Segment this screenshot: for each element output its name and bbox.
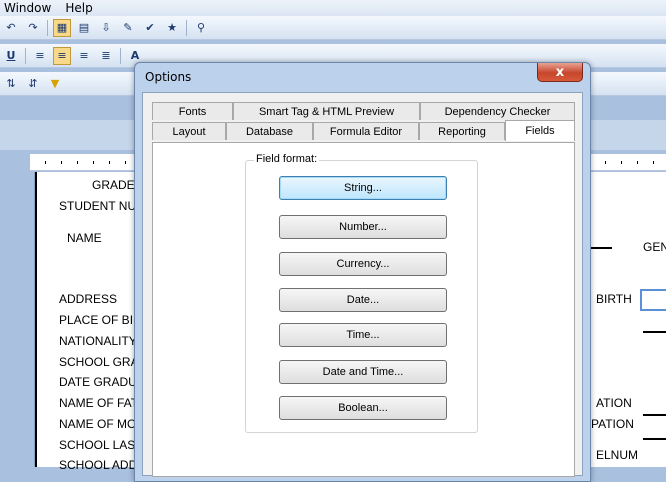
date-format-button[interactable]: Date... <box>279 288 447 312</box>
tab-formula-editor[interactable]: Formula Editor <box>313 122 419 140</box>
tab-fonts[interactable]: Fonts <box>152 102 233 120</box>
page-margin-line <box>35 172 37 467</box>
doc-text-occupation-father: ATION <box>596 396 632 410</box>
doc-text-school-address: SCHOOL ADD <box>59 458 138 472</box>
menu-item-help[interactable]: Help <box>65 1 92 15</box>
field-underline <box>590 247 612 249</box>
doc-text-name-of-father: NAME OF FAT <box>59 396 139 410</box>
options-dialog: Options x Fonts Smart Tag & HTML Preview… <box>134 62 591 482</box>
layout-icon[interactable]: ▦ <box>53 18 71 37</box>
sort-desc-icon[interactable]: ⇵ <box>24 75 42 93</box>
toolbar-separator <box>25 47 26 64</box>
close-icon: x <box>555 64 565 80</box>
currency-format-button[interactable]: Currency... <box>279 252 447 276</box>
string-format-button[interactable]: String... <box>279 176 447 200</box>
binoculars-icon[interactable]: ⚲ <box>192 19 210 37</box>
properties-icon[interactable]: ▤ <box>75 19 93 37</box>
doc-text-school-last: SCHOOL LAST <box>59 438 143 452</box>
import-icon[interactable]: ⇩ <box>97 19 115 37</box>
tab-dependency-checker[interactable]: Dependency Checker <box>420 102 575 120</box>
date-and-time-format-button[interactable]: Date and Time... <box>279 360 447 384</box>
redo-icon[interactable]: ↷ <box>24 19 42 37</box>
align-left-icon[interactable]: ≡ <box>31 47 49 65</box>
field-underline <box>643 331 666 333</box>
doc-text-name: NAME <box>67 231 102 245</box>
underline-icon[interactable]: U <box>2 47 20 65</box>
number-format-button[interactable]: Number... <box>279 215 447 239</box>
align-center-icon[interactable]: ≡ <box>53 46 71 65</box>
tab-fields[interactable]: Fields <box>505 120 575 141</box>
field-underline <box>643 438 666 440</box>
toolbar-separator <box>120 47 121 64</box>
dialog-title: Options <box>145 70 192 84</box>
doc-text-gender: GEN <box>643 240 666 254</box>
menu-bar: Window Help <box>0 0 666 16</box>
selected-field-box[interactable] <box>640 289 666 311</box>
doc-text-place-of-birth: PLACE OF BIR <box>59 313 142 327</box>
field-underline <box>643 414 666 416</box>
field-format-label: Field format: <box>254 153 320 165</box>
align-right-icon[interactable]: ≡ <box>75 47 93 65</box>
standard-toolbar: ↶ ↷ ▦ ▤ ⇩ ✎ ✔ ★ ⚲ <box>0 16 666 40</box>
doc-text-name-of-mother: NAME OF MO <box>59 417 137 431</box>
toolbar-separator <box>47 19 48 36</box>
menu-item-window[interactable]: Window <box>4 1 51 15</box>
doc-text-occupation-mother: PATION <box>591 417 634 431</box>
doc-text-telnum: ELNUM <box>596 448 639 462</box>
doc-text-address: ADDRESS <box>59 292 118 306</box>
filter-icon[interactable]: ▼ <box>46 75 64 93</box>
toolbar-separator <box>186 19 187 36</box>
wizard-icon[interactable]: ✎ <box>119 19 137 37</box>
sort-asc-icon[interactable]: ⇅ <box>2 75 20 93</box>
report-icon[interactable]: ★ <box>163 19 181 37</box>
tab-database[interactable]: Database <box>226 122 313 140</box>
undo-icon[interactable]: ↶ <box>2 19 20 37</box>
doc-text-date-graduated: DATE GRADUA <box>59 375 145 389</box>
doc-text-nationality: NATIONALITY <box>59 334 137 348</box>
justify-icon[interactable]: ≣ <box>97 47 115 65</box>
close-button[interactable]: x <box>537 63 583 82</box>
time-format-button[interactable]: Time... <box>279 323 447 347</box>
doc-text-birth: BIRTH <box>596 292 632 306</box>
dialog-body: Fonts Smart Tag & HTML Preview Dependenc… <box>142 92 583 477</box>
tab-reporting[interactable]: Reporting <box>419 122 505 140</box>
tab-layout[interactable]: Layout <box>152 122 226 140</box>
doc-text-school-grad: SCHOOL GRA <box>59 355 139 369</box>
check-icon[interactable]: ✔ <box>141 19 159 37</box>
fields-tab-panel: Field format: String... Number... Curren… <box>152 142 575 477</box>
field-format-group: Field format: String... Number... Curren… <box>245 153 478 433</box>
tab-smart-tag-html-preview[interactable]: Smart Tag & HTML Preview <box>233 102 420 120</box>
boolean-format-button[interactable]: Boolean... <box>279 396 447 420</box>
